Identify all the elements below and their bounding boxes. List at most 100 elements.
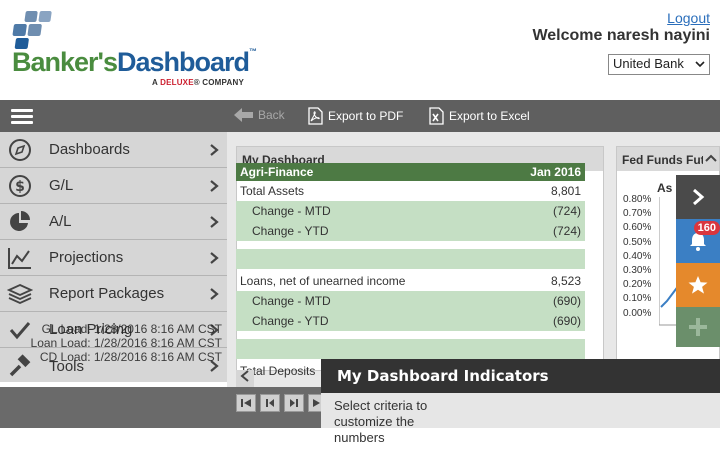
cd-load-text: CD Load: 1/28/2016 8:16 AM CST — [39, 350, 222, 364]
y-tick: 0.00% — [623, 307, 652, 319]
row-label: Total Assets — [240, 184, 305, 198]
row-label: Loans, net of unearned income — [240, 274, 406, 288]
table-row[interactable]: Loans, net of unearned income 8,523 — [236, 271, 585, 291]
chevron-down-icon — [695, 61, 705, 68]
logo-sub-brand: DELUXE — [160, 78, 194, 87]
chevron-right-icon — [210, 288, 219, 300]
logo-part1: Banker's — [12, 47, 118, 77]
menu-icon[interactable] — [11, 109, 33, 125]
chevron-right-icon — [210, 144, 219, 156]
dashboard-table: Agri-Finance Jan 2016 Total Assets 8,801 … — [236, 163, 585, 381]
bank-select[interactable]: United Bank — [608, 54, 710, 75]
back-button[interactable]: Back — [234, 107, 285, 123]
app-logo: Banker'sDashboard™ — [12, 47, 257, 78]
row-gap — [236, 331, 585, 339]
sidebar-item-dashboards[interactable]: Dashboards — [0, 132, 227, 168]
sidebar-item-projections[interactable]: Projections — [0, 240, 227, 276]
y-tick: 0.60% — [623, 222, 652, 234]
collapse-button[interactable] — [703, 147, 719, 171]
logo-sub-suffix: ® COMPANY — [193, 78, 244, 87]
compass-icon — [0, 132, 40, 168]
row-gap — [236, 241, 585, 249]
chevron-right-icon — [210, 180, 219, 192]
logout-link[interactable]: Logout — [667, 10, 710, 26]
sidebar-item-label: Report Packages — [49, 285, 165, 302]
sidebar-item-label: A/L — [49, 213, 72, 230]
row-value: (724) — [552, 204, 581, 218]
first-page-icon — [241, 399, 251, 407]
chevron-right-icon — [210, 252, 219, 264]
tooltip-title: My Dashboard Indicators — [321, 359, 720, 393]
row-label: Change - MTD — [252, 294, 331, 308]
sidebar-item-label: Projections — [49, 249, 124, 266]
y-tick: 0.20% — [623, 279, 652, 291]
pager — [236, 394, 328, 412]
table-row[interactable]: Total Assets 8,801 — [236, 181, 585, 201]
chevron-up-icon — [705, 154, 717, 162]
export-excel-label: Export to Excel — [449, 109, 530, 123]
row-value: (690) — [552, 314, 581, 328]
favorites-button[interactable] — [676, 263, 720, 307]
y-tick: 0.10% — [623, 293, 652, 305]
sidebar-item-report-packages[interactable]: Report Packages — [0, 276, 227, 312]
notification-badge: 160 — [693, 221, 720, 235]
bank-select-value: United Bank — [613, 56, 684, 71]
star-icon — [688, 276, 708, 294]
logo-tm: ™ — [249, 47, 258, 56]
arrow-left-icon — [234, 108, 253, 122]
table-row[interactable]: Change - YTD (724) — [236, 221, 585, 241]
table-row[interactable]: Change - YTD (690) — [236, 311, 585, 331]
row-value: 8,801 — [550, 184, 581, 198]
chevron-left-icon — [240, 370, 249, 382]
table-row-spacer — [236, 249, 585, 269]
gl-load-text: GL Load: 1/28/2016 8:16 AM CST — [41, 322, 222, 336]
export-pdf-button[interactable]: Export to PDF — [306, 107, 403, 125]
row-value: (724) — [552, 224, 581, 238]
add-button[interactable] — [676, 307, 720, 347]
row-value: (690) — [552, 294, 581, 308]
chevron-right-icon — [210, 216, 219, 228]
y-tick: 0.30% — [623, 265, 652, 277]
y-tick: 0.40% — [623, 250, 652, 262]
prev-page-button[interactable] — [260, 394, 280, 412]
export-excel-button[interactable]: Export to Excel — [427, 107, 530, 125]
sidebar-item-al[interactable]: A/L — [0, 204, 227, 240]
y-axis-ticks: 0.80% 0.70% 0.60% 0.50% 0.40% 0.30% 0.20… — [623, 193, 651, 321]
prev-page-icon — [266, 399, 274, 407]
excel-icon — [429, 107, 444, 125]
table-row[interactable]: Change - MTD (690) — [236, 291, 585, 311]
pdf-icon — [308, 107, 323, 125]
table-row-spacer — [236, 339, 585, 359]
logo-sub-prefix: A — [152, 78, 161, 87]
data-load-info: GL Load: 1/28/2016 8:16 AM CST Loan Load… — [0, 322, 222, 364]
main-content: My Dashboard Agri-Finance Jan 2016 Total… — [227, 132, 720, 387]
welcome-text: Welcome naresh nayini — [532, 27, 710, 44]
next-page-button[interactable] — [284, 394, 304, 412]
loan-load-text: Loan Load: 1/28/2016 8:16 AM CST — [30, 336, 222, 350]
logo-part2: Dashboard — [116, 47, 250, 77]
table-header-name: Agri-Finance — [240, 165, 314, 179]
y-tick: 0.50% — [623, 236, 652, 248]
rail-expand-button[interactable] — [676, 175, 720, 219]
table-row[interactable]: Change - MTD (724) — [236, 201, 585, 221]
toolbar: Back Export to PDF Export to Excel — [0, 100, 720, 132]
row-label: Change - YTD — [252, 224, 329, 238]
row-value: 8,523 — [550, 274, 581, 288]
logo-mark-icon — [12, 11, 52, 49]
sidebar-item-gl[interactable]: $ G/L — [0, 168, 227, 204]
layers-icon — [0, 276, 40, 312]
svg-text:$: $ — [15, 179, 25, 195]
row-label: Change - MTD — [252, 204, 331, 218]
sidebar-item-label: Dashboards — [49, 141, 130, 158]
plus-icon — [689, 318, 707, 336]
scroll-left-button[interactable] — [236, 370, 254, 387]
dashboard-indicators-tooltip: My Dashboard Indicators Select criteria … — [321, 359, 720, 445]
table-header[interactable]: Agri-Finance Jan 2016 — [236, 163, 585, 181]
chevron-right-icon — [693, 188, 705, 206]
first-page-button[interactable] — [236, 394, 256, 412]
y-tick: 0.80% — [623, 194, 652, 205]
tooltip-body: Select criteria to customize the numbers — [334, 398, 428, 445]
row-label: Change - YTD — [252, 314, 329, 328]
export-pdf-label: Export to PDF — [328, 109, 404, 123]
notifications-button[interactable]: 160 — [676, 219, 720, 263]
